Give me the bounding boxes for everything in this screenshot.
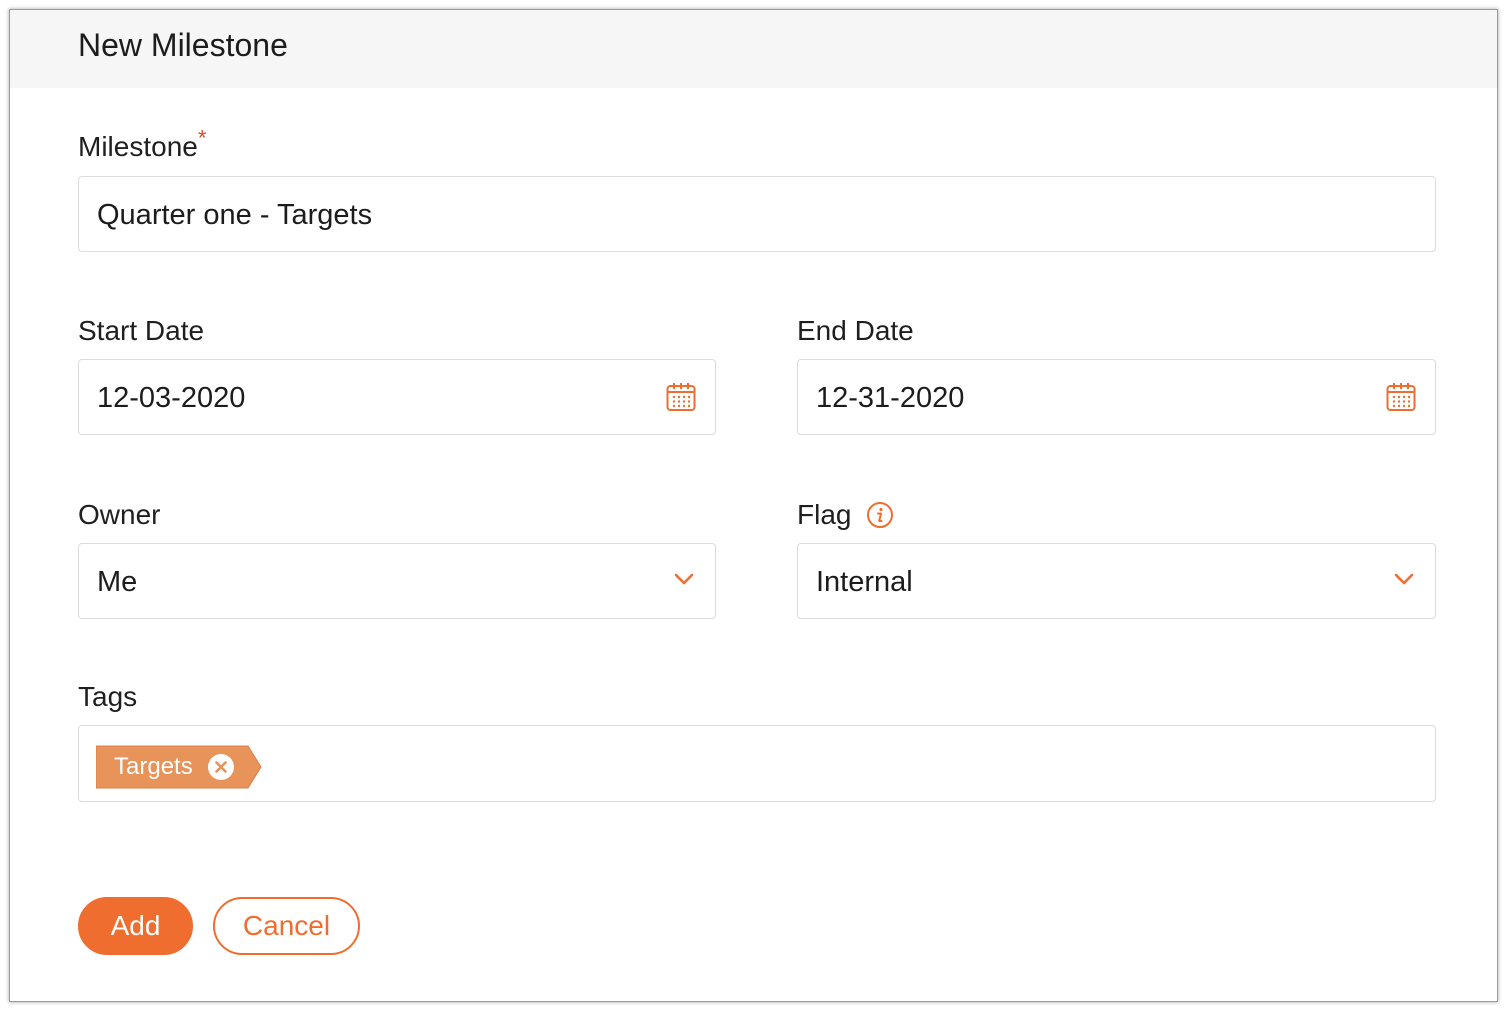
tags-label: Tags [78,681,138,712]
tag-label: Targets [114,753,193,780]
milestone-input-value: Quarter one - Targets [97,199,373,231]
dialog-header: New Milestone [10,10,1497,88]
end-date-value: 12-31-2020 [816,382,965,414]
close-circle-icon[interactable] [207,753,235,781]
info-icon[interactable] [866,501,894,529]
chevron-down-icon [1394,573,1414,585]
milestone-input[interactable]: Quarter one - Targets [78,176,1436,252]
flag-selected-value: Internal [816,566,913,598]
flag-label: Flag [797,499,852,530]
milestone-label: Milestone* [78,127,206,164]
owner-label: Owner [78,499,161,530]
start-date-value: 12-03-2020 [97,382,246,414]
end-date-field[interactable]: 12-31-2020 [797,359,1436,435]
tags-input[interactable]: Targets [78,725,1436,802]
start-date-field[interactable]: 12-03-2020 [78,359,716,435]
calendar-icon[interactable] [665,381,697,413]
required-marker: * [197,125,207,151]
owner-selected-value: Me [97,566,138,598]
start-date-label: Start Date [78,315,205,346]
calendar-icon[interactable] [1385,381,1417,413]
milestone-label-text: Milestone [78,131,198,162]
dialog-title: New Milestone [78,27,288,63]
end-date-label: End Date [797,315,914,346]
cancel-button[interactable]: Cancel [213,897,360,955]
flag-select[interactable]: Internal [797,543,1436,619]
new-milestone-dialog: New Milestone Milestone* Quarter one - T… [9,9,1498,1002]
add-button[interactable]: Add [78,897,193,955]
owner-select[interactable]: Me [78,543,716,619]
tag-chip: Targets [96,744,262,790]
chevron-down-icon [674,573,694,585]
